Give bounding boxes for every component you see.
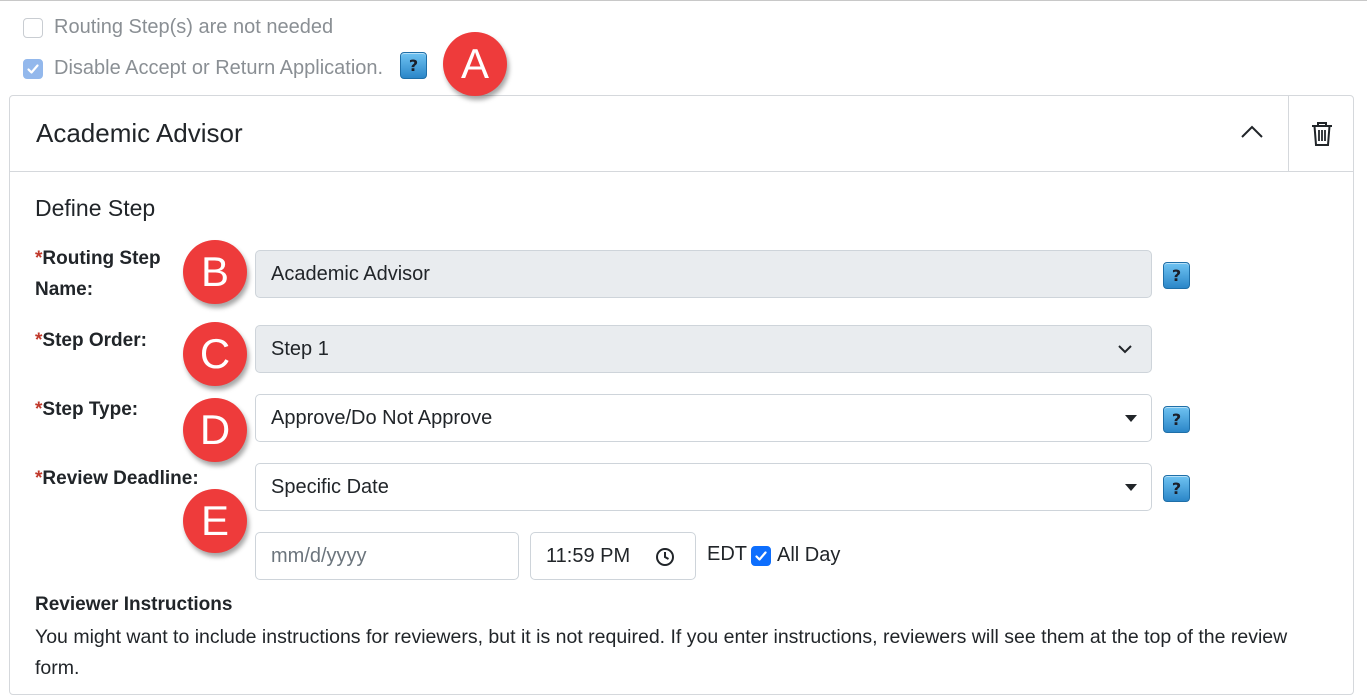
disable-accept-return-checkbox[interactable] <box>23 58 43 79</box>
step-order-label: *Step Order: <box>35 330 147 351</box>
routing-step-name-label: *Routing Step Name: <box>35 248 161 300</box>
chevron-up-icon <box>1241 125 1263 138</box>
card-header[interactable]: Academic Advisor <box>10 96 1353 172</box>
review-deadline-value: Specific Date <box>271 475 389 498</box>
review-deadline-select[interactable]: Specific Date <box>255 463 1152 511</box>
routing-not-needed-option[interactable]: Routing Step(s) are not needed <box>23 16 333 39</box>
deadline-date-placeholder: mm/d/yyyy <box>271 544 367 567</box>
annotation-badge-d: D <box>183 398 247 462</box>
help-icon[interactable]: ? <box>1163 406 1190 433</box>
annotation-badge-e: E <box>183 489 247 553</box>
clock-icon[interactable] <box>655 547 675 567</box>
step-type-label: *Step Type: <box>35 399 139 420</box>
step-order-select[interactable]: Step 1 <box>255 325 1152 373</box>
delete-step-button[interactable] <box>1308 120 1336 148</box>
timezone-label: EDT <box>707 543 747 565</box>
disable-accept-return-label: Disable Accept or Return Application. <box>54 57 384 79</box>
deadline-time-value: 11:59 PM <box>546 544 631 567</box>
chevron-down-icon <box>1118 345 1132 354</box>
step-type-select[interactable]: Approve/Do Not Approve <box>255 394 1152 442</box>
trash-icon <box>1312 122 1332 146</box>
check-icon <box>755 550 767 561</box>
step-order-value: Step 1 <box>271 337 329 360</box>
check-icon <box>27 63 39 74</box>
help-icon[interactable]: ? <box>1163 262 1190 289</box>
annotation-badge-a: A <box>443 32 507 96</box>
review-deadline-label: *Review Deadline: <box>35 468 199 489</box>
annotation-badge-b: B <box>183 240 247 304</box>
help-icon[interactable]: ? <box>400 52 427 79</box>
disable-accept-return-option[interactable]: Disable Accept or Return Application. <box>23 57 383 80</box>
card-title: Academic Advisor <box>36 118 243 148</box>
all-day-option[interactable]: All Day <box>751 544 840 567</box>
routing-step-name-value: Academic Advisor <box>271 262 430 285</box>
deadline-time-input[interactable]: 11:59 PM <box>530 532 696 580</box>
routing-not-needed-checkbox[interactable] <box>23 17 43 38</box>
annotation-badge-c: C <box>183 322 247 386</box>
routing-not-needed-label: Routing Step(s) are not needed <box>54 16 334 38</box>
reviewer-instructions-heading: Reviewer Instructions <box>35 594 233 615</box>
routing-step-name-field[interactable]: Academic Advisor <box>255 250 1152 298</box>
define-step-heading: Define Step <box>35 195 156 221</box>
all-day-label: All Day <box>777 544 841 566</box>
header-divider <box>1288 96 1289 172</box>
all-day-checkbox[interactable] <box>751 545 771 566</box>
reviewer-instructions-text: You might want to include instructions f… <box>35 626 1288 679</box>
collapse-button[interactable] <box>1238 118 1266 146</box>
caret-down-icon <box>1125 415 1137 422</box>
deadline-date-input[interactable]: mm/d/yyyy <box>255 532 519 580</box>
step-type-value: Approve/Do Not Approve <box>271 406 493 429</box>
top-divider <box>0 0 1367 1</box>
caret-down-icon <box>1125 484 1137 491</box>
help-icon[interactable]: ? <box>1163 475 1190 502</box>
